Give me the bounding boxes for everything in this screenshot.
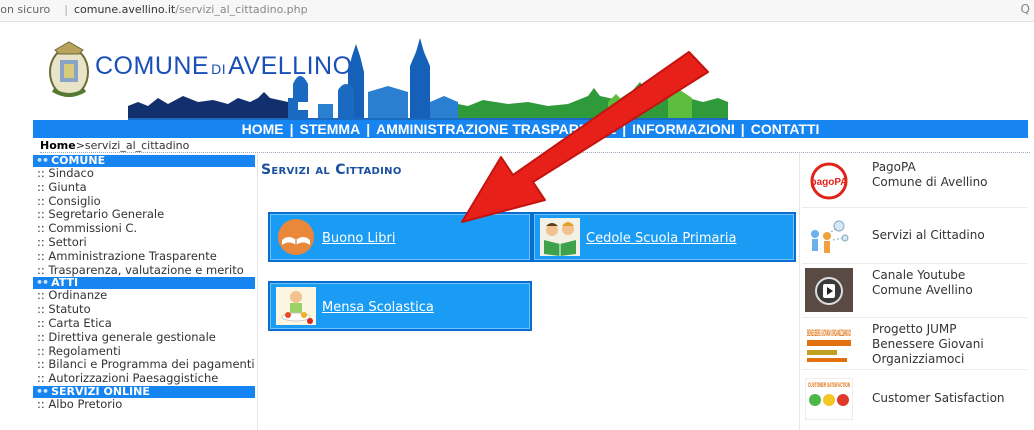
url-domain[interactable]: comune.avellino.it xyxy=(74,3,175,16)
tile-label[interactable]: Cedole Scuola Primaria xyxy=(586,231,736,246)
sidebar: •• COMUNE :: Sindaco :: Giunta :: Consigl… xyxy=(33,155,255,430)
nav-separator: | xyxy=(622,121,627,137)
sidebar-item-statuto[interactable]: :: Statuto xyxy=(33,302,255,317)
customer-logo-text: CUSTOMER SATISFACTION xyxy=(808,383,850,389)
right-item-text: PagoPA Comune di Avellino xyxy=(872,160,988,190)
nav-informazioni[interactable]: INFORMAZIONI xyxy=(632,120,735,138)
sidebar-item-sindaco[interactable]: :: Sindaco xyxy=(33,166,255,181)
right-item-line: Benessere Giovani xyxy=(872,337,984,351)
nav-separator: | xyxy=(366,121,371,137)
people-network-icon xyxy=(811,220,849,253)
sidebar-item-regolamenti[interactable]: :: Regolamenti xyxy=(33,344,255,359)
sidebar-item-amministrazione-trasparente[interactable]: :: Amministrazione Trasparente xyxy=(33,249,255,264)
pagopa-logo-text: pagoPA xyxy=(810,177,847,188)
breadcrumb: Home>servizi_al_cittadino xyxy=(40,138,1030,153)
sidebar-item-commissioni[interactable]: :: Commissioni C. xyxy=(33,221,255,236)
right-item-text: Progetto JUMP Benessere Giovani Organizz… xyxy=(872,322,984,367)
right-item-progetto-jump[interactable]: BENESSERE GIOVANI ORGANIZZIAMOCI Progett… xyxy=(802,318,1028,370)
right-item-text: Canale Youtube Comune Avellino xyxy=(872,268,973,298)
sidebar-item-giunta[interactable]: :: Giunta xyxy=(33,180,255,195)
security-label[interactable]: Non sicuro xyxy=(0,3,50,16)
nav-amministrazione-trasparente[interactable]: AMMINISTRAZIONE TRASPARENTE xyxy=(376,120,616,138)
page-title: Servizi al Cittadino xyxy=(261,162,402,178)
right-item-customer-satisfaction[interactable]: CUSTOMER SATISFACTION Customer Satisfact… xyxy=(802,372,1028,426)
children-reading-icon xyxy=(540,218,580,256)
city-crest-icon xyxy=(49,41,89,97)
right-sidebar: pagoPA PagoPA Comune di Avellino Servizi… xyxy=(802,154,1028,430)
right-item-youtube[interactable]: Canale Youtube Comune Avellino xyxy=(802,264,1028,318)
url-separator: | xyxy=(64,3,68,16)
sidebar-item-albo-pretorio[interactable]: :: Albo Pretorio xyxy=(33,397,255,412)
right-item-line: Comune di Avellino xyxy=(872,175,988,189)
site-banner: COMUNE DIAVELLINO xyxy=(33,22,1028,122)
bullet-icon: •• xyxy=(36,384,49,398)
right-item-text: Servizi al Cittadino xyxy=(872,228,985,243)
right-item-line: Servizi al Cittadino xyxy=(872,228,985,242)
tile-label[interactable]: Mensa Scolastica xyxy=(322,300,434,315)
right-item-line: Customer Satisfaction xyxy=(872,391,1005,405)
city-skyline-image xyxy=(128,38,728,122)
right-item-line: Progetto JUMP xyxy=(872,322,957,336)
top-navigation: HOME | STEMMA | AMMINISTRAZIONE TRASPARENTE |… xyxy=(33,120,1028,138)
sidebar-item-carta-etica[interactable]: :: Carta Etica xyxy=(33,316,255,331)
sidebar-item-settori[interactable]: :: Settori xyxy=(33,235,255,250)
section-title: SERVIZI ONLINE xyxy=(51,384,150,398)
sidebar-item-autorizzazioni[interactable]: :: Autorizzazioni Paesaggistiche xyxy=(33,371,255,386)
nav-separator: | xyxy=(289,121,294,137)
nav-home[interactable]: HOME xyxy=(242,120,284,138)
sidebar-item-segretario-generale[interactable]: :: Segretario Generale xyxy=(33,208,255,222)
right-item-pagopa[interactable]: pagoPA PagoPA Comune di Avellino xyxy=(802,154,1028,208)
breadcrumb-current: servizi_al_cittadino xyxy=(84,139,190,152)
right-item-line: Organizziamoci xyxy=(872,352,965,366)
browser-address-bar[interactable]: Non sicuro | comune.avellino.it/servizi_al… xyxy=(0,0,1034,22)
breadcrumb-home[interactable]: Home xyxy=(40,139,76,152)
tile-mensa-scolastica[interactable]: Mensa Scolastica xyxy=(268,281,532,331)
nav-stemma[interactable]: STEMMA xyxy=(300,120,361,138)
sidebar-item-consiglio[interactable]: :: Consiglio xyxy=(33,194,255,209)
sidebar-item-ordinanze[interactable]: :: Ordinanze xyxy=(33,289,255,303)
nav-separator: | xyxy=(740,121,745,137)
customer-satisfaction-icon: CUSTOMER SATISFACTION xyxy=(805,378,853,420)
zoom-icon[interactable]: Q xyxy=(1021,2,1030,16)
main-content: Servizi al Cittadino Buono Libri Cedole … xyxy=(257,154,800,430)
sidebar-item-bilanci[interactable]: :: Bilanci e Programma dei pagamenti xyxy=(33,358,255,372)
breadcrumb-arrow: > xyxy=(75,139,85,152)
nav-contatti[interactable]: CONTATTI xyxy=(751,120,820,138)
url-path[interactable]: /servizi_al_cittadino.php xyxy=(175,3,307,16)
right-item-line: Canale Youtube xyxy=(872,268,966,282)
meal-icon xyxy=(276,287,316,325)
sidebar-item-direttiva[interactable]: :: Direttiva generale gestionale xyxy=(33,330,255,345)
benessere-logo-text: BENESSERE GIOVANI ORGANIZZIAMOCI xyxy=(807,328,851,338)
tile-cedole-scuola-primaria[interactable]: Cedole Scuola Primaria xyxy=(532,212,796,262)
benessere-giovani-logo-icon: BENESSERE GIOVANI ORGANIZZIAMOCI xyxy=(805,324,853,366)
tile-buono-libri[interactable]: Buono Libri xyxy=(268,212,532,262)
pagopa-logo-icon: pagoPA xyxy=(810,162,848,200)
right-item-text: Customer Satisfaction xyxy=(872,391,1005,406)
youtube-play-icon xyxy=(805,268,853,312)
book-icon xyxy=(278,219,314,255)
sidebar-item-trasparenza[interactable]: :: Trasparenza, valutazione e merito xyxy=(33,263,255,278)
right-item-line: PagoPA xyxy=(872,160,916,174)
right-item-servizi-cittadino[interactable]: Servizi al Cittadino xyxy=(802,210,1028,264)
tile-label[interactable]: Buono Libri xyxy=(322,231,396,246)
right-item-line: Comune Avellino xyxy=(872,283,973,297)
